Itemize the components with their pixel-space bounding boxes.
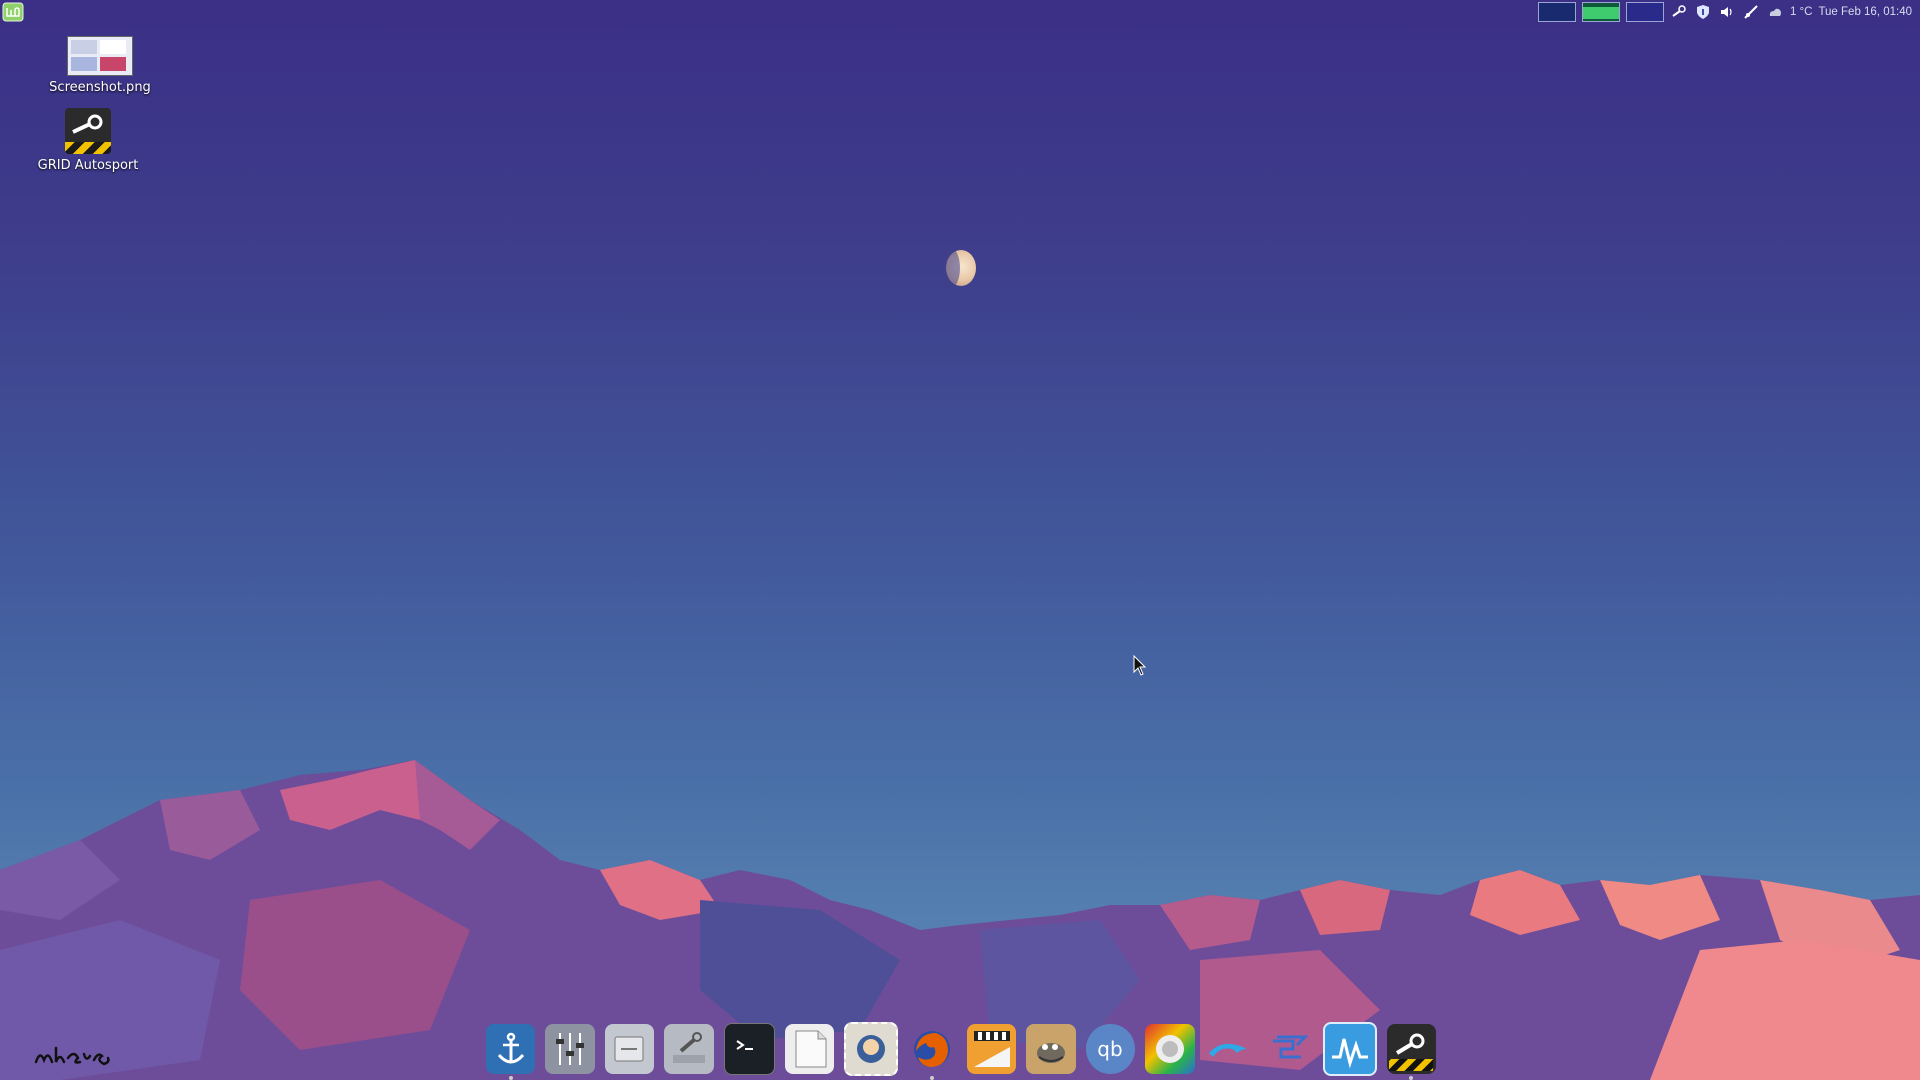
- system-tray: 1 °C Tue Feb 16, 01:40: [1537, 0, 1920, 24]
- network-icon[interactable]: [1742, 3, 1760, 21]
- dock-gimp[interactable]: [1026, 1024, 1076, 1074]
- image-file-icon: [67, 36, 133, 76]
- dock-steam-link[interactable]: [1145, 1024, 1195, 1074]
- memory-graph[interactable]: [1581, 2, 1620, 22]
- file-manager-icon: [614, 1036, 644, 1062]
- dock-dolphin[interactable]: [1205, 1024, 1254, 1074]
- dock-anchor[interactable]: [486, 1024, 536, 1080]
- clapperboard-icon: [973, 1031, 1010, 1067]
- dock: qb: [486, 1020, 1436, 1080]
- volume-icon[interactable]: [1718, 3, 1736, 21]
- gimp-icon: [1037, 1043, 1066, 1063]
- dock-steam[interactable]: [1386, 1024, 1436, 1080]
- tools-icon: [672, 1032, 705, 1063]
- steam-game-icon: [1389, 1033, 1434, 1071]
- weather-temperature: 1 °C: [1789, 6, 1813, 18]
- dock-files[interactable]: [604, 1024, 655, 1074]
- chromium-steam-icon: [1155, 1035, 1184, 1063]
- mixer-settings-icon: [556, 1033, 585, 1065]
- dock-text-editor[interactable]: [784, 1024, 835, 1074]
- network-graph[interactable]: [1625, 2, 1664, 22]
- dock-mail[interactable]: [844, 1022, 898, 1076]
- moon-shadow: [942, 248, 960, 288]
- clock[interactable]: Tue Feb 16, 01:40: [1818, 6, 1912, 18]
- cpu-graph[interactable]: [1537, 2, 1576, 22]
- pcsx2-icon: [1272, 1035, 1309, 1059]
- text-editor-icon: [795, 1030, 827, 1068]
- system-monitor-icon: [1331, 1038, 1368, 1069]
- firefox-icon: [914, 1031, 951, 1067]
- mouse-cursor-icon: [1133, 655, 1147, 676]
- steam-game-icon: [65, 108, 111, 154]
- weather-icon[interactable]: [1766, 3, 1784, 21]
- steam-tray-icon[interactable]: [1670, 3, 1688, 21]
- signature-logo: [34, 1046, 110, 1066]
- dock-mixer[interactable]: [545, 1024, 595, 1074]
- svg-text:qb: qb: [1098, 1037, 1123, 1061]
- dock-firefox[interactable]: [908, 1024, 957, 1080]
- desktop-icon-screenshot[interactable]: Screenshot.png: [40, 36, 160, 95]
- dolphin-emulator-icon: [1209, 1043, 1248, 1057]
- shield-tray-icon[interactable]: [1694, 3, 1712, 21]
- desktop-icon-label: GRID Autosport: [37, 158, 139, 173]
- dock-system-monitor[interactable]: [1323, 1022, 1377, 1076]
- dock-qbittorrent[interactable]: qb: [1085, 1024, 1136, 1074]
- dock-video-editor[interactable]: [967, 1024, 1017, 1074]
- dock-tools[interactable]: [664, 1024, 714, 1074]
- terminal-icon: [736, 1040, 754, 1050]
- desktop-icon-grid-autosport[interactable]: GRID Autosport: [28, 108, 148, 173]
- dock-terminal[interactable]: [723, 1023, 775, 1075]
- desktop-icon-label: Screenshot.png: [49, 80, 151, 95]
- anchor-icon: [497, 1032, 524, 1064]
- dock-pcsx2[interactable]: [1264, 1024, 1313, 1074]
- wallpaper: [0, 760, 1920, 1080]
- qbittorrent-icon: qb: [1098, 1037, 1123, 1061]
- mail-stamp-icon: [856, 1035, 885, 1063]
- linux-mint-menu-icon[interactable]: [2, 2, 24, 22]
